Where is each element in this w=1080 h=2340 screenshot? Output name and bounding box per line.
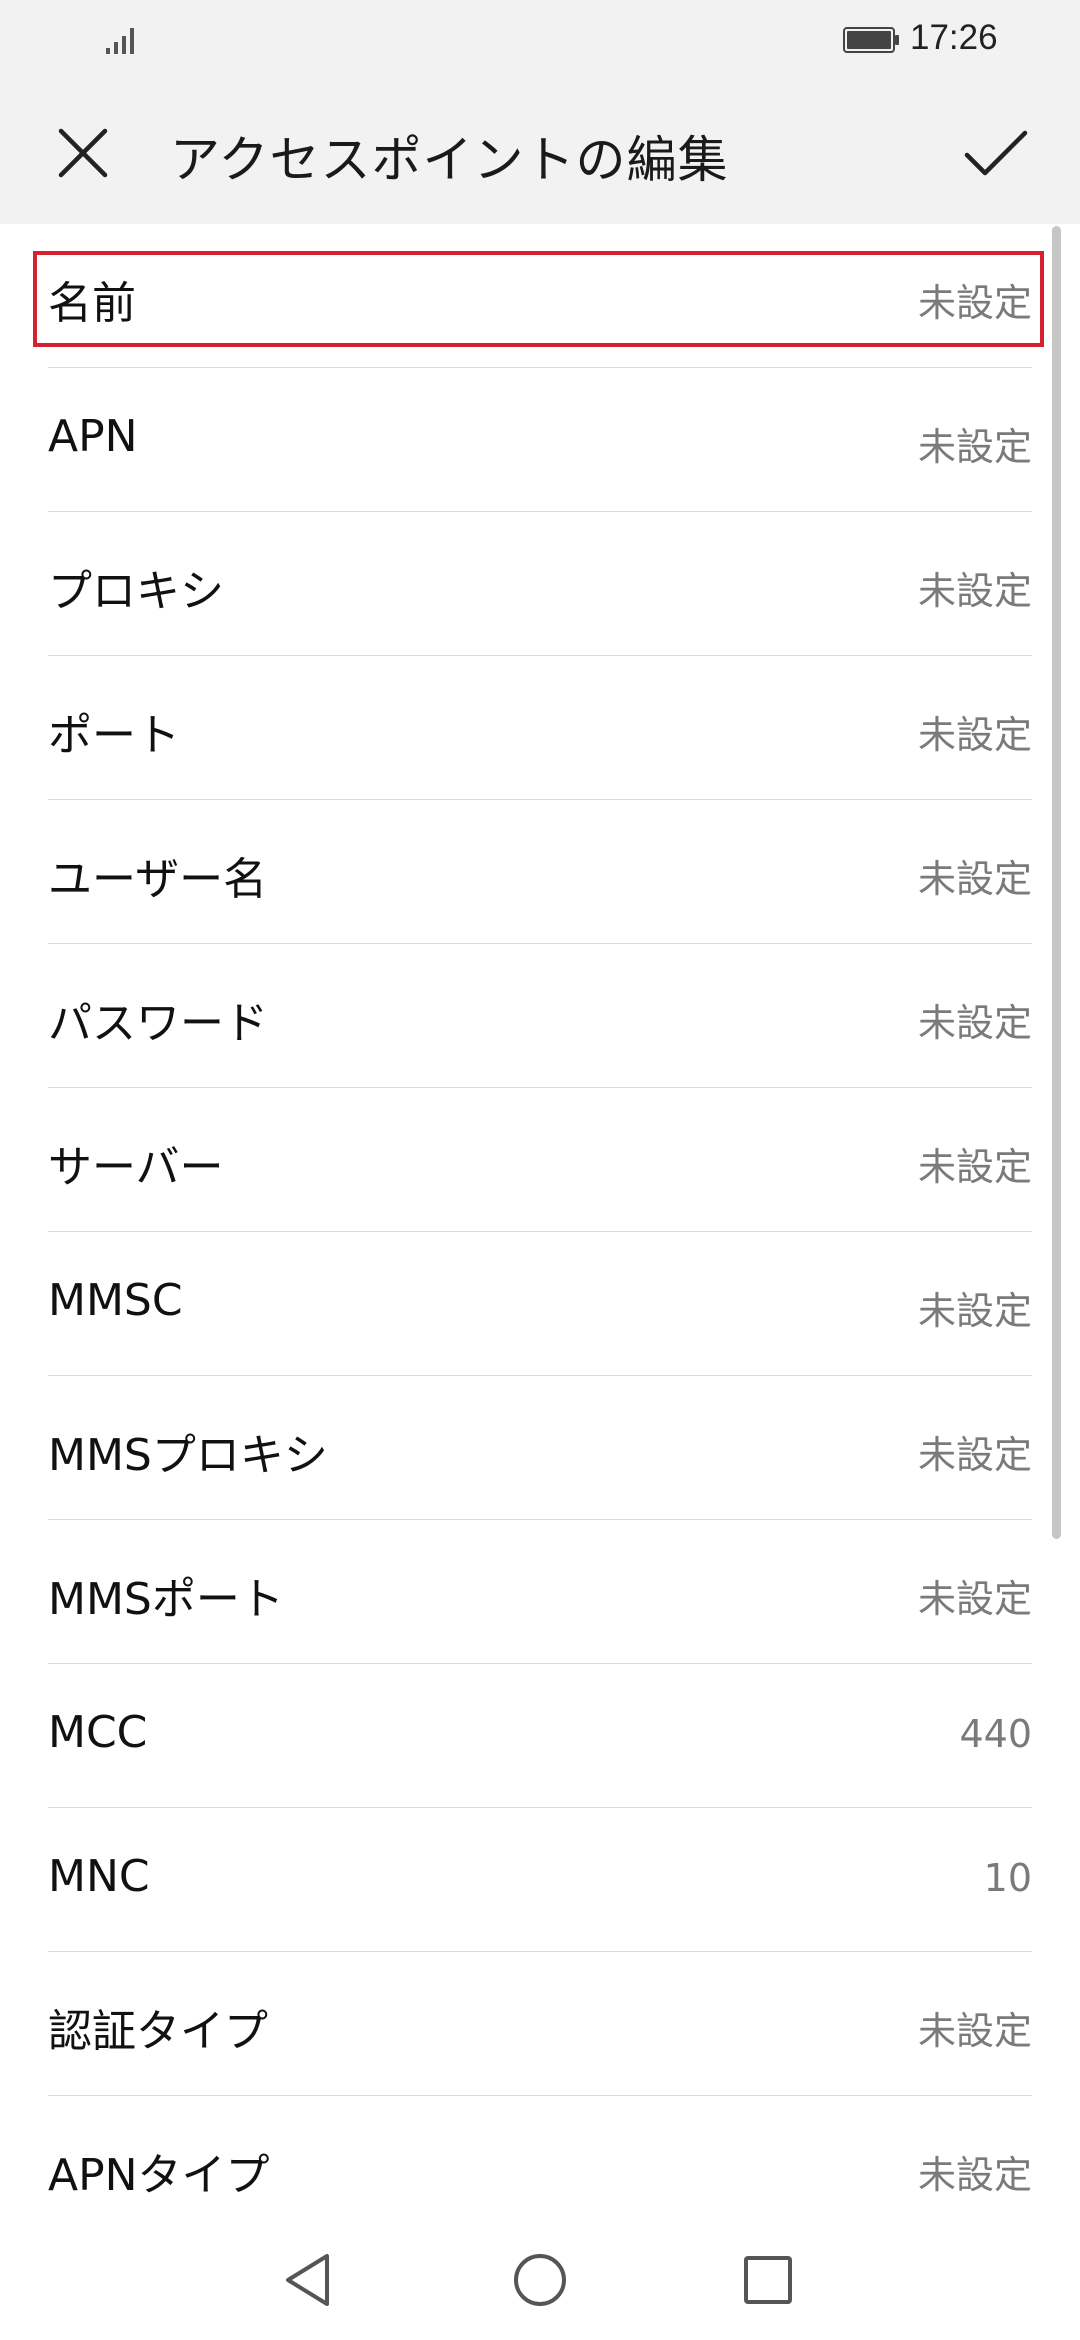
row-value: 未設定 xyxy=(917,713,1032,757)
list-item-mcc[interactable]: MCC 440 xyxy=(48,1664,1032,1808)
list-item-username[interactable]: ユーザー名 未設定 xyxy=(48,800,1032,944)
row-label: MNC xyxy=(48,1851,150,1902)
confirm-button[interactable] xyxy=(958,118,1034,188)
row-label: プロキシ xyxy=(48,566,224,617)
row-value: 10 xyxy=(983,1856,1032,1900)
status-bar: 17:26 xyxy=(0,0,1080,82)
list-item-mms-port[interactable]: MMSポート 未設定 xyxy=(48,1520,1032,1664)
row-value: 未設定 xyxy=(917,1433,1032,1477)
list-item-port[interactable]: ポート 未設定 xyxy=(48,656,1032,800)
status-time: 17:26 xyxy=(910,18,998,57)
row-value: 未設定 xyxy=(917,569,1032,613)
scrollbar[interactable] xyxy=(1052,226,1061,1539)
list-item-auth-type[interactable]: 認証タイプ 未設定 xyxy=(48,1952,1032,2096)
back-button[interactable] xyxy=(258,2220,358,2340)
signal-icon xyxy=(106,28,134,54)
check-icon xyxy=(964,130,1028,176)
page-title: アクセスポイントの編集 xyxy=(170,131,729,189)
toolbar: アクセスポイントの編集 xyxy=(0,82,1080,224)
close-button[interactable] xyxy=(48,118,118,188)
list-item-apn[interactable]: APN 未設定 xyxy=(48,368,1032,512)
row-value: 未設定 xyxy=(917,1001,1032,1045)
row-label: APN xyxy=(48,411,138,462)
list-item-mmsc[interactable]: MMSC 未設定 xyxy=(48,1232,1032,1376)
row-value: 未設定 xyxy=(917,425,1032,469)
row-value: 未設定 xyxy=(917,1145,1032,1189)
nav-back-icon xyxy=(286,2254,329,2306)
row-label: APNタイプ xyxy=(48,2150,270,2201)
row-label: ユーザー名 xyxy=(48,854,268,905)
row-value: 未設定 xyxy=(917,1289,1032,1333)
list-item-name[interactable]: 名前 未設定 xyxy=(48,224,1032,368)
list-item-server[interactable]: サーバー 未設定 xyxy=(48,1088,1032,1232)
list-item-apn-type[interactable]: APNタイプ 未設定 xyxy=(48,2096,1032,2224)
row-label: パスワード xyxy=(48,998,268,1049)
row-label: MMSプロキシ xyxy=(48,1430,328,1481)
row-value: 未設定 xyxy=(917,281,1032,325)
navigation-bar xyxy=(0,2220,1080,2340)
recents-button[interactable] xyxy=(718,2220,818,2340)
nav-home-icon xyxy=(514,2254,566,2306)
row-label: ポート xyxy=(48,710,180,761)
row-label: MMSC xyxy=(48,1275,183,1326)
home-button[interactable] xyxy=(490,2220,590,2340)
row-value: 未設定 xyxy=(917,2153,1032,2197)
row-label: MMSポート xyxy=(48,1574,284,1625)
row-label: サーバー xyxy=(48,1142,224,1193)
row-value: 440 xyxy=(959,1712,1032,1756)
apn-settings-list: 名前 未設定 APN 未設定 プロキシ 未設定 ポート 未設定 ユーザー名 未設… xyxy=(0,224,1080,2224)
list-item-mms-proxy[interactable]: MMSプロキシ 未設定 xyxy=(48,1376,1032,1520)
list-item-password[interactable]: パスワード 未設定 xyxy=(48,944,1032,1088)
list-item-mnc[interactable]: MNC 10 xyxy=(48,1808,1032,1952)
close-icon xyxy=(58,128,108,178)
nav-recents-icon xyxy=(744,2256,792,2304)
row-label: 名前 xyxy=(48,278,136,329)
row-value: 未設定 xyxy=(917,1577,1032,1621)
row-value: 未設定 xyxy=(917,857,1032,901)
list-item-proxy[interactable]: プロキシ 未設定 xyxy=(48,512,1032,656)
row-value: 未設定 xyxy=(917,2009,1032,2053)
row-label: 認証タイプ xyxy=(48,2006,268,2057)
row-label: MCC xyxy=(48,1707,148,1758)
battery-icon xyxy=(843,27,899,53)
